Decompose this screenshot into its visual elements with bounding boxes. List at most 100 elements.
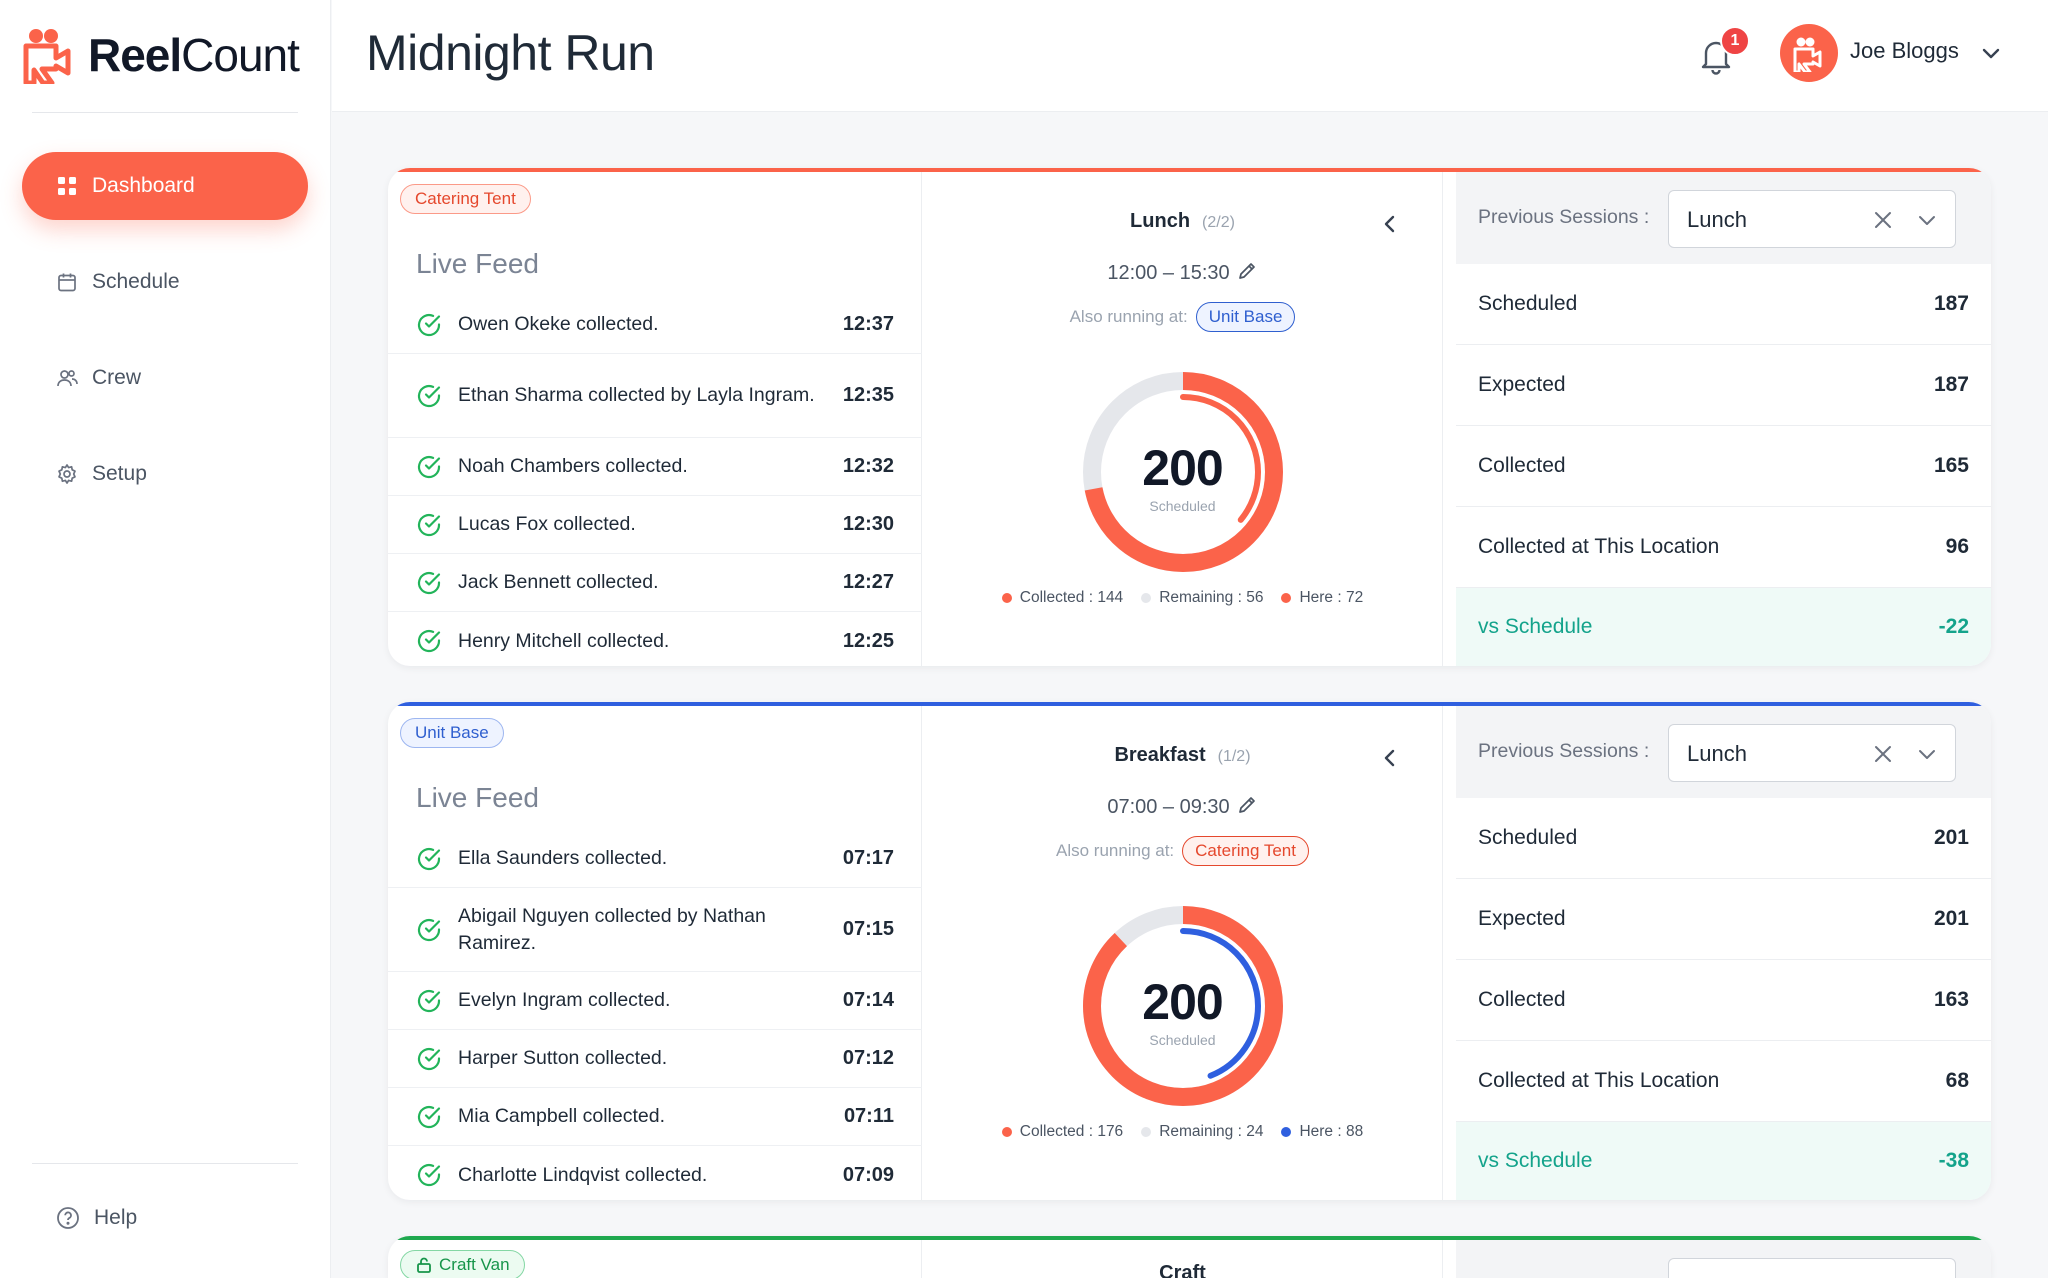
previous-sessions-select[interactable] <box>1668 1258 1956 1278</box>
close-icon[interactable] <box>1871 208 1895 232</box>
list-item: Jack Bennett collected. 12:27 <box>388 554 922 612</box>
stat-label: Expected <box>1478 373 1566 396</box>
grid-icon <box>58 177 76 195</box>
list-item: Mia Campbell collected. 07:11 <box>388 1088 922 1146</box>
feed-time: 12:30 <box>842 513 894 535</box>
legend-text: Collected : 144 <box>1019 589 1124 606</box>
legend-item-collected: Collected : 144 <box>1001 589 1124 607</box>
close-icon[interactable] <box>1871 742 1895 766</box>
feed-list: Ella Saunders collected. 07:17 Abigail Ng… <box>388 830 922 1200</box>
location-card-unit-base: Unit Base Live Feed Ella Saunders collec… <box>388 702 1991 1200</box>
live-feed-panel: Craft Van <box>388 1240 922 1278</box>
previous-sessions-select[interactable]: Lunch <box>1668 724 1956 782</box>
location-badge-label: Craft Van <box>439 1255 510 1274</box>
list-item: Noah Chambers collected. 12:32 <box>388 438 922 496</box>
unlock-icon <box>417 1257 431 1273</box>
feed-time: 07:09 <box>842 1163 894 1186</box>
session-count: (1/2) <box>1217 748 1251 765</box>
pencil-icon[interactable] <box>1236 260 1258 282</box>
sidebar-item-crew[interactable]: Crew <box>22 344 308 412</box>
stat-label: Collected <box>1478 988 1566 1011</box>
feed-time: 12:27 <box>842 571 894 593</box>
stat-row-collected-location: Collected at This Location 68 <box>1456 1041 1991 1122</box>
feed-title: Live Feed <box>416 782 539 813</box>
sidebar: ReelCount Dashboard Schedule Crew Setup … <box>0 0 331 1278</box>
calendar-icon <box>58 273 76 292</box>
user-name[interactable]: Joe Bloggs <box>1850 38 1959 64</box>
previous-sessions-label: Previous Sessions : <box>1478 206 1650 228</box>
stat-label: vs Schedule <box>1478 615 1593 638</box>
stat-value: -22 <box>1938 615 1969 638</box>
page-title: Midnight Run <box>366 25 655 81</box>
app-logo[interactable]: ReelCount <box>22 26 300 84</box>
check-circle-icon <box>417 989 441 1012</box>
live-feed-panel: Catering Tent Live Feed Owen Okeke colle… <box>388 172 922 666</box>
stat-label: Scheduled <box>1478 292 1578 315</box>
gear-icon <box>58 464 76 484</box>
session-name: Lunch <box>1130 210 1191 232</box>
legend-dot <box>1001 1127 1012 1137</box>
list-item: Lucas Fox collected. 12:30 <box>388 496 922 554</box>
feed-text: Evelyn Ingram collected. <box>458 989 671 1011</box>
stat-label: Collected <box>1478 454 1566 477</box>
stat-label: Scheduled <box>1478 826 1578 849</box>
chevron-down-icon[interactable] <box>1915 208 1939 232</box>
sidebar-item-setup[interactable]: Setup <box>22 440 308 508</box>
feed-time: 07:11 <box>843 1105 894 1127</box>
also-running-badge[interactable]: Unit Base <box>1195 302 1296 332</box>
check-circle-icon <box>417 1105 441 1128</box>
check-circle-icon <box>417 384 441 407</box>
check-circle-icon <box>417 629 441 653</box>
stat-value: 163 <box>1933 988 1969 1011</box>
avatar[interactable] <box>1780 24 1838 82</box>
feed-text: Jack Bennett collected. <box>458 571 659 593</box>
gauge-legend: Collected : 144 Remaining : 56 Here : 72 <box>922 589 1443 607</box>
feed-text: Ethan Sharma collected by Layla Ingram. <box>458 384 815 406</box>
stat-label: Collected at This Location <box>1478 535 1720 558</box>
session-header: Lunch (2/2) <box>922 210 1443 233</box>
also-running-badge[interactable]: Catering Tent <box>1182 836 1309 866</box>
previous-sessions-bar: Previous Sessions : Lunch <box>1456 172 1991 264</box>
feed-list: Owen Okeke collected. 12:37 Ethan Sharma … <box>388 296 922 666</box>
stat-row-vs-schedule: vs Schedule -38 <box>1456 1122 1991 1200</box>
stat-row-collected-location: Collected at This Location 96 <box>1456 507 1991 588</box>
stat-row-vs-schedule: vs Schedule -22 <box>1456 588 1991 666</box>
pencil-icon[interactable] <box>1236 794 1258 816</box>
stat-label: Collected at This Location <box>1478 1069 1720 1092</box>
stat-row-scheduled: Scheduled 187 <box>1456 264 1991 345</box>
also-running-label: Also running at: <box>1069 307 1188 326</box>
list-item: Henry Mitchell collected. 12:25 <box>388 612 922 666</box>
stat-label: Expected <box>1478 907 1566 930</box>
gauge-value: 200 <box>1142 440 1223 496</box>
legend-item-remaining: Remaining : 24 <box>1141 1123 1263 1141</box>
legend-text: Here : 72 <box>1299 589 1364 606</box>
legend-item-collected: Collected : 176 <box>1001 1123 1124 1141</box>
legend-text: Collected : 176 <box>1019 1123 1124 1140</box>
sidebar-item-schedule[interactable]: Schedule <box>22 248 308 316</box>
stat-label: vs Schedule <box>1478 1149 1593 1172</box>
gauge-label: Scheduled <box>1149 498 1216 514</box>
list-item: Ethan Sharma collected by Layla Ingram. 1… <box>388 354 922 438</box>
also-running: Also running at: Unit Base <box>922 302 1443 332</box>
check-circle-icon <box>417 847 441 870</box>
previous-sessions-select[interactable]: Lunch <box>1668 190 1956 248</box>
logo-text: ReelCount <box>88 29 300 81</box>
feed-time: 12:25 <box>842 629 894 652</box>
location-badge: Catering Tent <box>400 184 531 214</box>
chevron-down-icon[interactable] <box>1915 742 1939 766</box>
location-card-craft-van: Craft Van Craft <box>388 1236 1991 1278</box>
select-value: Lunch <box>1687 741 1747 766</box>
feed-text: Owen Okeke collected. <box>458 313 659 335</box>
feed-title: Live Feed <box>416 248 539 279</box>
chevron-down-icon[interactable] <box>1978 40 2004 66</box>
sidebar-item-dashboard[interactable]: Dashboard <box>22 152 308 220</box>
previous-sessions-label: Previous Sessions : <box>1478 740 1650 762</box>
feed-text: Harper Sutton collected. <box>458 1047 668 1069</box>
feed-text: Mia Campbell collected. <box>458 1105 666 1127</box>
help-link[interactable]: Help <box>56 1206 137 1230</box>
session-panel: Craft <box>922 1240 1443 1278</box>
stat-value: 165 <box>1933 454 1969 477</box>
sidebar-divider-bottom <box>32 1163 298 1164</box>
select-value: Lunch <box>1687 207 1747 232</box>
session-time: 12:00 – 15:30 <box>922 260 1443 285</box>
